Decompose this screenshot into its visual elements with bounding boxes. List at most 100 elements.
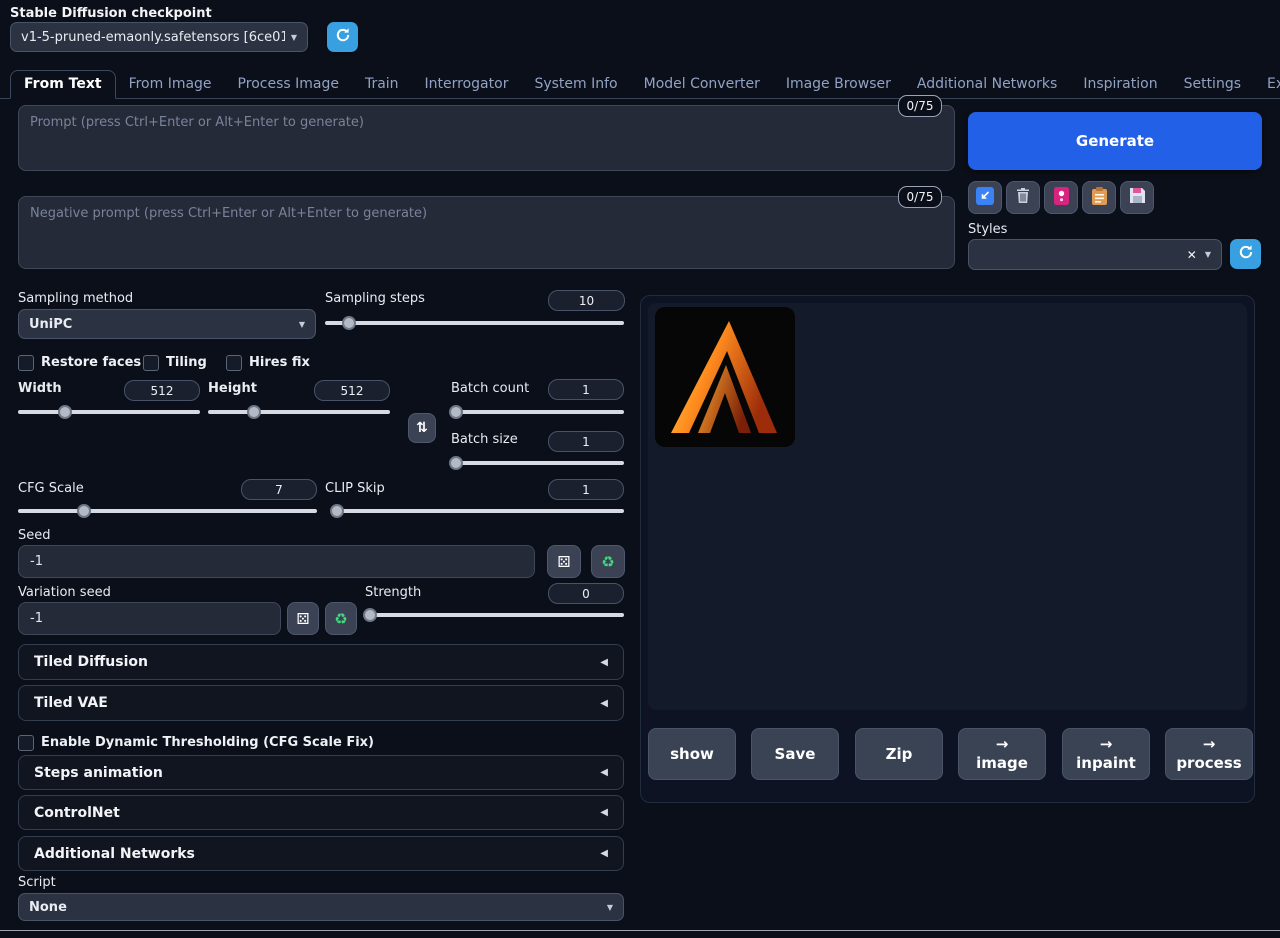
tiling-label: Tiling xyxy=(166,355,207,370)
batch-count-slider[interactable] xyxy=(451,405,624,419)
slider-thumb[interactable] xyxy=(247,405,261,419)
styles-dropdown[interactable]: ✕ ▼ xyxy=(968,239,1222,270)
clear-styles-icon[interactable]: ✕ xyxy=(1187,248,1197,262)
slider-thumb[interactable] xyxy=(58,405,72,419)
slider-thumb[interactable] xyxy=(77,504,91,518)
cfg-scale-value[interactable]: 7 xyxy=(241,479,317,500)
paste-generation-params-button[interactable] xyxy=(968,181,1002,214)
slider-thumb[interactable] xyxy=(363,608,377,622)
tab-interrogator[interactable]: Interrogator xyxy=(412,71,522,98)
sampling-method-label: Sampling method xyxy=(18,291,133,306)
strength-slider[interactable] xyxy=(365,608,624,622)
slider-thumb[interactable] xyxy=(330,504,344,518)
clear-prompt-button[interactable] xyxy=(1006,181,1040,214)
restore-faces-checkbox[interactable] xyxy=(18,355,34,371)
swap-icon: ⇅ xyxy=(416,420,428,436)
apply-style-button[interactable] xyxy=(1082,181,1116,214)
reuse-seed-button[interactable]: ♻ xyxy=(591,545,625,578)
tab-from-text[interactable]: From Text xyxy=(10,70,116,99)
accordion-title: Tiled VAE xyxy=(34,695,108,711)
send-to-process-button[interactable]: → process xyxy=(1165,728,1253,780)
sampling-steps-value[interactable]: 10 xyxy=(548,290,625,311)
collapse-icon: ◀ xyxy=(600,698,608,709)
variation-seed-input[interactable] xyxy=(18,602,281,635)
clip-skip-value[interactable]: 1 xyxy=(548,479,624,500)
tab-settings[interactable]: Settings xyxy=(1171,71,1254,98)
accordion-tiled-vae[interactable]: Tiled VAE ◀ xyxy=(18,685,624,721)
sampling-steps-label: Sampling steps xyxy=(325,291,425,306)
checkpoint-value: v1-5-pruned-emaonly.safetensors [6ce0161… xyxy=(21,30,285,45)
tab-additional-networks[interactable]: Additional Networks xyxy=(904,71,1070,98)
accordion-additional-networks[interactable]: Additional Networks ◀ xyxy=(18,836,624,871)
slider-track xyxy=(325,321,624,325)
prompt-token-counter: 0/75 xyxy=(898,95,942,117)
zip-button[interactable]: Zip xyxy=(855,728,943,780)
slider-track xyxy=(332,509,624,513)
send-to-inpaint-button[interactable]: → inpaint xyxy=(1062,728,1150,780)
checkpoint-dropdown[interactable]: v1-5-pruned-emaonly.safetensors [6ce0161… xyxy=(10,22,308,52)
tab-inspiration[interactable]: Inspiration xyxy=(1070,71,1170,98)
clipboard-icon xyxy=(1092,187,1107,209)
sampling-method-dropdown[interactable]: UniPC ▼ xyxy=(18,309,316,339)
height-value[interactable]: 512 xyxy=(314,380,390,401)
height-slider[interactable] xyxy=(208,405,390,419)
refresh-styles-button[interactable] xyxy=(1230,239,1261,269)
send-to-image-button[interactable]: → image xyxy=(958,728,1046,780)
hires-fix-checkbox[interactable] xyxy=(226,355,242,371)
show-button[interactable]: show xyxy=(648,728,736,780)
width-value[interactable]: 512 xyxy=(124,380,200,401)
tab-model-converter[interactable]: Model Converter xyxy=(631,71,773,98)
strength-value[interactable]: 0 xyxy=(548,583,624,604)
chevron-down-icon: ▼ xyxy=(291,33,297,42)
slider-thumb[interactable] xyxy=(449,405,463,419)
tab-process-image[interactable]: Process Image xyxy=(225,71,352,98)
batch-size-value[interactable]: 1 xyxy=(548,431,624,452)
accordion-controlnet[interactable]: ControlNet ◀ xyxy=(18,795,624,830)
slider-thumb[interactable] xyxy=(342,316,356,330)
script-dropdown[interactable]: None ▼ xyxy=(18,893,624,921)
slider-track xyxy=(365,613,624,617)
tab-train[interactable]: Train xyxy=(352,71,412,98)
accordion-title: Additional Networks xyxy=(34,846,195,862)
prompt-input[interactable] xyxy=(18,105,955,171)
accordion-tiled-diffusion[interactable]: Tiled Diffusion ◀ xyxy=(18,644,624,680)
script-value: None xyxy=(29,900,601,915)
save-style-button[interactable] xyxy=(1120,181,1154,214)
collapse-icon: ◀ xyxy=(600,848,608,859)
width-slider[interactable] xyxy=(18,405,200,419)
tiling-checkbox[interactable] xyxy=(143,355,159,371)
extra-networks-button[interactable] xyxy=(1044,181,1078,214)
swap-width-height-button[interactable]: ⇅ xyxy=(408,413,436,443)
tab-system-info[interactable]: System Info xyxy=(521,71,630,98)
dynamic-thresholding-checkbox[interactable] xyxy=(18,735,34,751)
refresh-icon xyxy=(335,27,351,47)
negative-prompt-token-counter: 0/75 xyxy=(898,186,942,208)
tab-from-image[interactable]: From Image xyxy=(116,71,225,98)
tab-extensions[interactable]: Extensions xyxy=(1254,71,1280,98)
seed-label: Seed xyxy=(18,528,51,543)
reuse-variation-seed-button[interactable]: ♻ xyxy=(325,602,357,635)
random-seed-button[interactable]: ⚄ xyxy=(547,545,581,578)
batch-size-slider[interactable] xyxy=(451,456,624,470)
slider-track xyxy=(18,509,317,513)
sampling-steps-slider[interactable] xyxy=(325,316,624,330)
styles-label: Styles xyxy=(968,222,1007,237)
generate-button[interactable]: Generate xyxy=(968,112,1262,170)
paste-params-icon xyxy=(976,187,994,209)
strength-label: Strength xyxy=(365,585,421,600)
save-button[interactable]: Save xyxy=(751,728,839,780)
checkpoint-label: Stable Diffusion checkpoint xyxy=(10,6,212,21)
batch-count-value[interactable]: 1 xyxy=(548,379,624,400)
clip-skip-slider[interactable] xyxy=(332,504,624,518)
negative-prompt-input[interactable] xyxy=(18,196,955,269)
accordion-steps-animation[interactable]: Steps animation ◀ xyxy=(18,755,624,790)
random-variation-seed-button[interactable]: ⚄ xyxy=(287,602,319,635)
cfg-scale-slider[interactable] xyxy=(18,504,317,518)
chevron-down-icon: ▼ xyxy=(1205,250,1211,259)
refresh-checkpoint-button[interactable] xyxy=(327,22,358,52)
seed-input[interactable] xyxy=(18,545,535,578)
slider-thumb[interactable] xyxy=(449,456,463,470)
collapse-icon: ◀ xyxy=(600,807,608,818)
preview-image[interactable] xyxy=(655,307,795,447)
tab-image-browser[interactable]: Image Browser xyxy=(773,71,904,98)
